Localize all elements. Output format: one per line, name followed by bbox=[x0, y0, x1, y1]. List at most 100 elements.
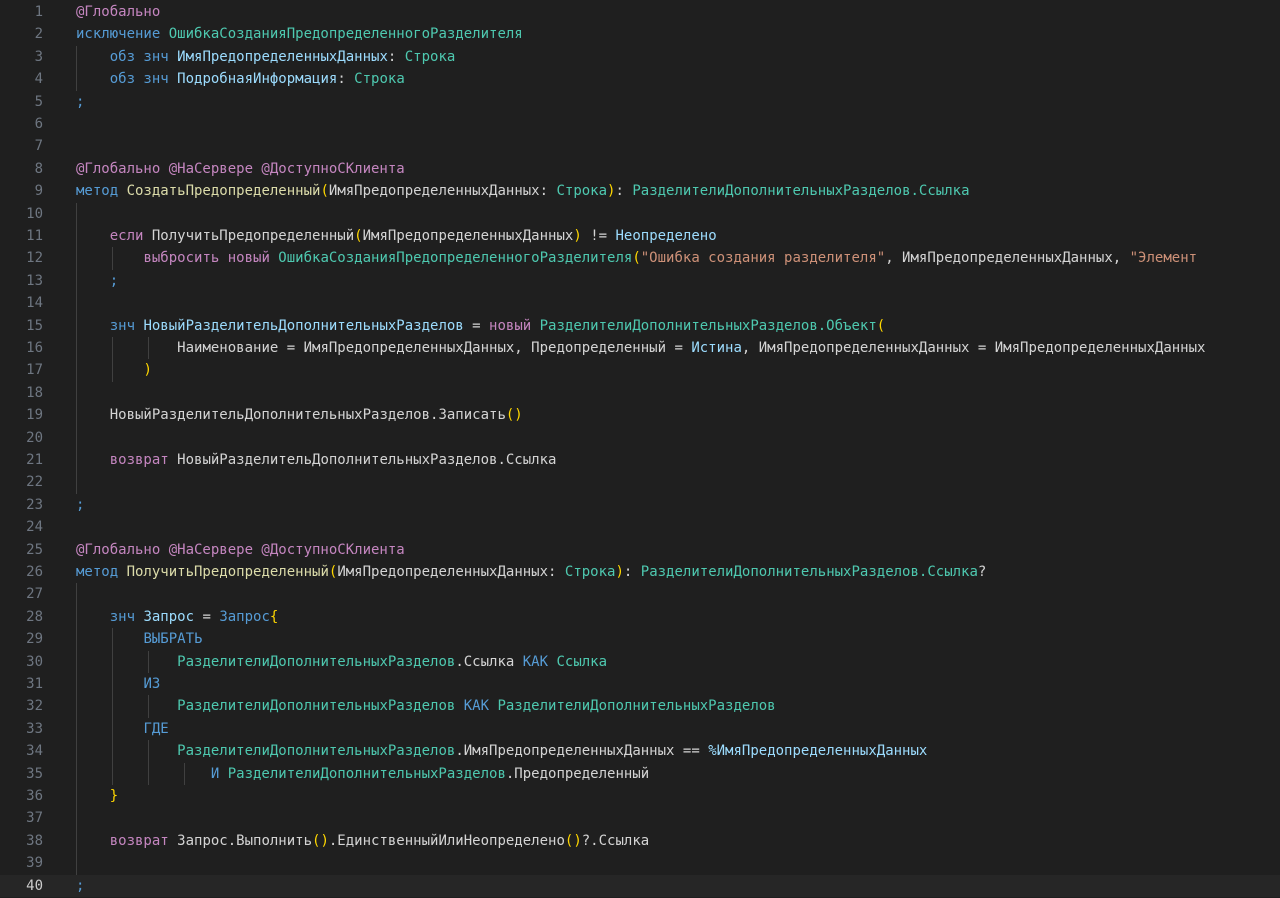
code-token: КАК bbox=[463, 698, 498, 715]
line-code: возврат Запрос.Выполнить().ЕдинственныйИ… bbox=[76, 830, 649, 852]
code-line[interactable]: 25 @Глобально @НаСервере @ДоступноСКлиент… bbox=[0, 539, 1280, 561]
line-number: 22 bbox=[26, 474, 43, 491]
code-token: = bbox=[463, 317, 490, 334]
code-token: .ИмяПредопределенныхДанных == bbox=[455, 743, 709, 760]
code-token: ? bbox=[977, 564, 987, 580]
code-line[interactable]: 18 bbox=[0, 382, 1280, 404]
line-number: 15 bbox=[26, 317, 43, 334]
code-token: ; bbox=[76, 93, 85, 110]
code-token: НовыйРазделительДополнительныхРазделов.С… bbox=[177, 452, 557, 468]
indent-guide bbox=[76, 202, 77, 494]
code-token: @Глобально @НаСервере @ДоступноСКлиента bbox=[76, 541, 405, 558]
line-number: 24 bbox=[26, 519, 43, 536]
line-number: 30 bbox=[26, 653, 43, 670]
code-token: ( bbox=[632, 250, 641, 267]
code-token: "Элемент bbox=[1129, 250, 1198, 267]
indent-guide bbox=[148, 650, 150, 673]
code-token: , ИмяПредопределенныхДанных = ИмяПредопр… bbox=[741, 340, 1206, 356]
code-line[interactable]: 15 знч НовыйРазделительДополнительныхРаз… bbox=[0, 315, 1280, 337]
code-token: РазделителиДополнительныхРазделов bbox=[497, 698, 776, 715]
code-line[interactable]: 19 НовыйРазделительДополнительныхРаздело… bbox=[0, 404, 1280, 426]
code-line[interactable]: 6 bbox=[0, 113, 1280, 135]
code-token: РазделителиДополнительныхРазделов bbox=[227, 765, 506, 782]
line-number: 32 bbox=[26, 698, 43, 715]
code-token: Строка bbox=[404, 48, 456, 65]
code-line[interactable]: 7 bbox=[0, 135, 1280, 157]
code-token: новый bbox=[489, 317, 540, 334]
code-line[interactable]: 14 bbox=[0, 292, 1280, 314]
code-token: ; bbox=[76, 496, 85, 513]
code-line[interactable]: 26 метод ПолучитьПредопределенный(ИмяПред… bbox=[0, 561, 1280, 583]
line-number: 4 bbox=[34, 71, 43, 88]
code-token: = bbox=[194, 608, 220, 625]
line-number: 10 bbox=[26, 205, 43, 222]
code-line[interactable]: 34 РазделителиДополнительныхРазделов.Имя… bbox=[0, 740, 1280, 762]
code-token: РазделителиДополнительныхРазделов bbox=[177, 743, 456, 760]
code-token: ИмяПредопределенныхДанных: bbox=[337, 564, 565, 580]
code-line[interactable]: 35 И РазделителиДополнительныхРазделов.П… bbox=[0, 763, 1280, 785]
code-line[interactable]: 23; bbox=[0, 494, 1280, 516]
code-token: РазделителиДополнительныхРазделов.Ссылка bbox=[640, 564, 978, 580]
code-line[interactable]: 20 bbox=[0, 427, 1280, 449]
code-line[interactable]: 38 возврат Запрос.Выполнить().Единственн… bbox=[0, 830, 1280, 852]
code-token: .Ссылка bbox=[455, 653, 523, 670]
line-code: @Глобально @НаСервере @ДоступноСКлиента bbox=[76, 539, 405, 561]
code-line[interactable]: 30 РазделителиДополнительныхРазделов.Ссы… bbox=[0, 651, 1280, 673]
code-token: ; bbox=[109, 272, 119, 289]
code-line[interactable]: 24 bbox=[0, 516, 1280, 538]
code-line[interactable]: 9 метод СоздатьПредопределенный(ИмяПредоп… bbox=[0, 180, 1280, 202]
code-token: РазделителиДополнительныхРазделов bbox=[177, 653, 456, 670]
code-line[interactable]: 5; bbox=[0, 91, 1280, 113]
code-line[interactable]: 11 если ПолучитьПредопределенный(ИмяПред… bbox=[0, 225, 1280, 247]
code-token: обз знч bbox=[109, 71, 178, 88]
indent-guide bbox=[184, 762, 186, 785]
code-token: ОшибкаСозданияПредопределенногоРазделите… bbox=[278, 250, 633, 267]
line-number: 28 bbox=[26, 608, 43, 625]
code-token: "Ошибка создания разделителя" bbox=[640, 250, 886, 267]
line-number: 25 bbox=[26, 541, 43, 558]
code-line[interactable]: 27 bbox=[0, 583, 1280, 605]
code-token: знч bbox=[109, 317, 144, 334]
line-number: 8 bbox=[34, 160, 43, 177]
code-line[interactable]: 2 исключение ОшибкаСозданияПредопределенн… bbox=[0, 23, 1280, 45]
code-editor[interactable]: 1 @Глобально 2 исключение ОшибкаСозданияПре… bbox=[0, 0, 1280, 898]
code-line[interactable]: 12 выбросить новый ОшибкаСозданияПредопр… bbox=[0, 247, 1280, 269]
code-token: Запрос bbox=[143, 608, 195, 625]
code-token: РазделителиДополнительныхРазделов.Объект bbox=[539, 317, 877, 334]
code-line[interactable]: 17 ) bbox=[0, 359, 1280, 381]
code-token: ( bbox=[876, 317, 886, 334]
code-token: РазделителиДополнительныхРазделов bbox=[177, 698, 464, 715]
code-line[interactable]: 29 ВЫБРАТЬ bbox=[0, 628, 1280, 650]
line-code: РазделителиДополнительныхРазделов КАК Ра… bbox=[76, 695, 776, 717]
code-token: выбросить новый bbox=[143, 250, 279, 267]
code-line[interactable]: 21 возврат НовыйРазделительДополнительны… bbox=[0, 449, 1280, 471]
code-line[interactable]: 31 ИЗ bbox=[0, 673, 1280, 695]
line-number: 12 bbox=[26, 250, 43, 267]
code-line[interactable]: 37 bbox=[0, 807, 1280, 829]
line-number: 39 bbox=[26, 855, 43, 872]
code-token: возврат bbox=[109, 452, 178, 468]
line-code: @Глобально @НаСервере @ДоступноСКлиента bbox=[76, 158, 405, 180]
code-line[interactable]: 28 знч Запрос = Запрос{ bbox=[0, 606, 1280, 628]
code-line[interactable]: 16 Наименование = ИмяПредопределенныхДан… bbox=[0, 337, 1280, 359]
code-line[interactable]: 10 bbox=[0, 203, 1280, 225]
code-line[interactable]: 36 } bbox=[0, 785, 1280, 807]
line-code: ; bbox=[76, 875, 84, 897]
code-line[interactable]: 33 ГДЕ bbox=[0, 718, 1280, 740]
line-number: 13 bbox=[26, 272, 43, 289]
code-line[interactable]: 3 обз знч ИмяПредопределенныхДанных: Стр… bbox=[0, 46, 1280, 68]
code-line[interactable]: 39 bbox=[0, 852, 1280, 874]
code-line[interactable]: 32 РазделителиДополнительныхРазделов КАК… bbox=[0, 695, 1280, 717]
code-line[interactable]: 8 @Глобально @НаСервере @ДоступноСКлиента bbox=[0, 158, 1280, 180]
code-line[interactable]: 1 @Глобально bbox=[0, 1, 1280, 23]
code-line[interactable]: 40; bbox=[0, 874, 1280, 897]
code-line[interactable]: 13 ; bbox=[0, 270, 1280, 292]
code-line[interactable]: 4 обз знч ПодробнаяИнформация: Строка bbox=[0, 68, 1280, 90]
code-line[interactable]: 22 bbox=[0, 471, 1280, 493]
indent-guide bbox=[76, 45, 77, 91]
